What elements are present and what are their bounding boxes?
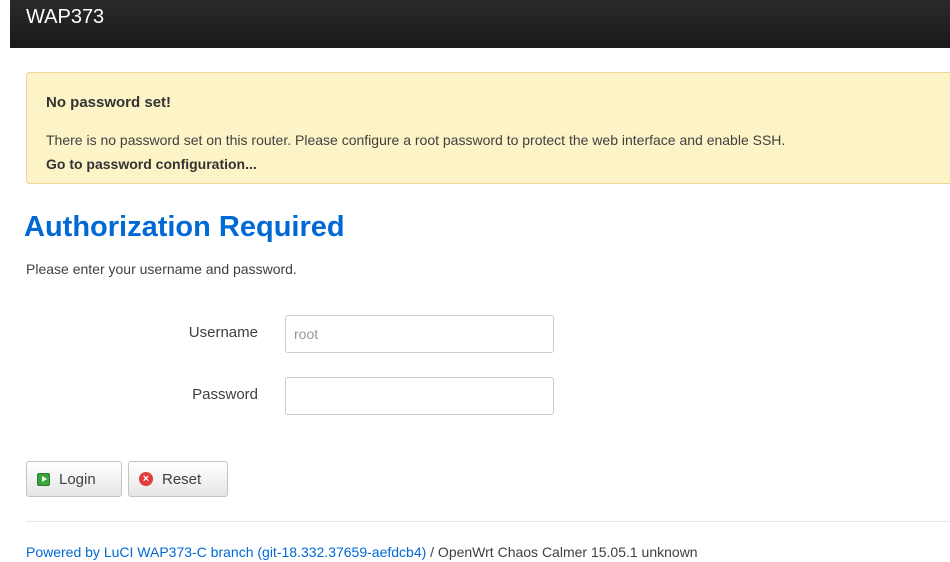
page-title: Authorization Required — [24, 211, 345, 243]
footer-divider — [26, 521, 950, 522]
username-input[interactable] — [285, 315, 554, 353]
luci-link[interactable]: Powered by LuCI WAP373-C branch (git-18.… — [26, 544, 426, 560]
alert-message: There is no password set on this router.… — [46, 132, 786, 148]
login-button[interactable]: Login — [26, 461, 122, 497]
page-subtitle: Please enter your username and password. — [26, 261, 297, 277]
footer-version: / OpenWrt Chaos Calmer 15.05.1 unknown — [426, 544, 698, 560]
username-label: Username — [188, 324, 258, 341]
reset-button-label: Reset — [162, 470, 202, 488]
alert-title: No password set! — [46, 94, 172, 111]
play-icon — [37, 472, 50, 486]
top-navbar: WAP373 — [10, 0, 950, 48]
no-password-alert: No password set! There is no password se… — [26, 72, 950, 184]
password-input[interactable] — [285, 377, 554, 415]
brand-link[interactable]: WAP373 — [26, 6, 104, 29]
login-button-label: Login — [59, 470, 96, 488]
reset-icon: × — [139, 472, 153, 486]
footer: Powered by LuCI WAP373-C branch (git-18.… — [26, 544, 698, 560]
password-label: Password — [192, 386, 258, 403]
reset-button[interactable]: × Reset — [128, 461, 228, 497]
password-config-link[interactable]: Go to password configuration... — [46, 156, 257, 172]
